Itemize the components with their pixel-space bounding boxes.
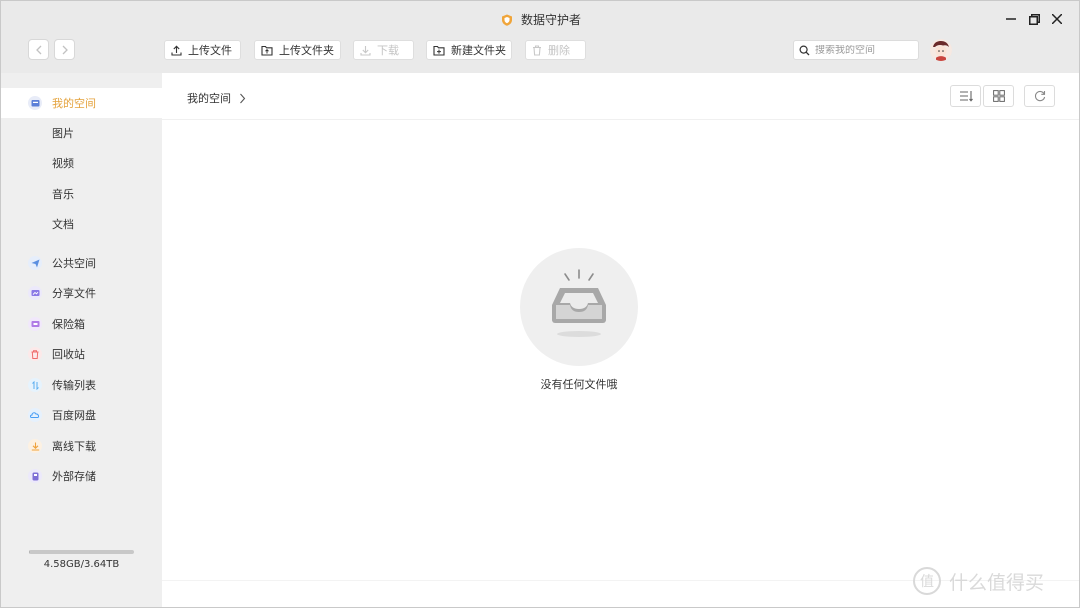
user-avatar[interactable] [930,39,952,61]
share-files-icon [28,286,42,300]
sidebar-item-label: 视频 [52,157,74,170]
download-label: 下载 [377,44,399,57]
title-toolbar-area: 数据守护者 上传文件 上传文件夹 下载 新建文件夹 删除 搜索我的空间 [1,1,1079,73]
search-input[interactable] [815,44,915,56]
sidebar-item-label: 百度网盘 [52,409,96,422]
sidebar-item-public-space[interactable]: 公共空间 [1,248,162,278]
chevron-right-icon [240,93,246,103]
sidebar-item-label: 传输列表 [52,379,96,392]
window-title-text: 数据守护者 [520,13,581,27]
transfer-list-icon [28,378,42,392]
list-sort-icon [959,91,973,102]
main-content: 我的空间 没有任何文件哦 [162,73,1079,607]
sidebar-item-label: 回收站 [52,348,85,361]
sidebar-item-recycle-bin[interactable]: 回收站 [1,339,162,369]
back-button[interactable] [28,39,49,60]
app-logo-icon [501,14,512,26]
empty-state-message: 没有任何文件哦 [540,378,618,391]
search-box[interactable] [793,40,919,60]
sidebar-item-videos[interactable]: 视频 [1,148,162,178]
forward-button[interactable] [54,39,75,60]
new-folder-icon [433,45,445,56]
sidebar-item-label: 公共空间 [52,257,96,270]
empty-state-illustration [520,248,638,366]
grid-view-button[interactable] [983,85,1014,107]
sidebar-item-my-space[interactable]: 我的空间 [1,88,162,118]
sidebar-item-pictures[interactable]: 图片 [1,118,162,148]
delete-label: 删除 [548,44,570,57]
minimize-icon [1006,18,1016,20]
sidebar-item-label: 分享文件 [52,287,96,300]
watermark-logo-icon: 值 [913,567,941,595]
avatar-image [930,39,952,61]
sidebar-item-label: 离线下载 [52,440,96,453]
list-view-button[interactable] [950,85,981,107]
sidebar-item-label: 保险箱 [52,318,85,331]
watermark: 值 什么值得买 [913,567,1044,595]
search-icon [799,44,810,55]
upload-file-button[interactable]: 上传文件 [164,40,241,60]
sidebar-item-documents[interactable]: 文档 [1,209,162,239]
sidebar-item-external-storage[interactable]: 外部存储 [1,461,162,491]
chevron-left-icon [35,45,41,54]
baidu-netdisk-icon [28,408,42,422]
sidebar-item-transfer-list[interactable]: 传输列表 [1,370,162,400]
upload-folder-button[interactable]: 上传文件夹 [254,40,341,60]
sidebar-item-baidu-netdisk[interactable]: 百度网盘 [1,400,162,430]
close-button[interactable] [1046,9,1068,29]
window-title: 数据守护者 [1,11,1079,28]
sidebar-item-label: 图片 [52,127,74,140]
empty-inbox-icon [552,269,606,337]
sidebar-item-shared-files[interactable]: 分享文件 [1,278,162,308]
storage-usage-fill [29,550,31,554]
upload-icon [171,45,182,56]
new-folder-button[interactable]: 新建文件夹 [426,40,512,60]
recycle-bin-icon [28,347,42,361]
sidebar-item-label: 外部存储 [52,470,96,483]
safe-box-icon [28,317,42,331]
upload-folder-icon [261,45,273,56]
my-space-icon [28,96,42,110]
breadcrumb-item-my-space[interactable]: 我的空间 [187,90,231,106]
refresh-button[interactable] [1024,85,1055,107]
sidebar-item-music[interactable]: 音乐 [1,179,162,209]
sidebar-item-label: 文档 [52,218,74,231]
breadcrumb: 我的空间 [187,90,246,106]
public-space-icon [28,256,42,270]
new-folder-label: 新建文件夹 [451,44,506,57]
external-storage-icon [28,469,42,483]
grid-icon [992,90,1005,102]
app-window: 数据守护者 上传文件 上传文件夹 下载 新建文件夹 删除 搜索我的空间 我的空间… [0,0,1080,608]
offline-download-icon [28,439,42,453]
sidebar-item-offline-download[interactable]: 离线下载 [1,431,162,461]
refresh-icon [1034,90,1045,102]
watermark-text: 什么值得买 [949,571,1045,594]
restore-button[interactable] [1023,9,1045,29]
upload-file-label: 上传文件 [188,44,232,57]
sidebar-item-safe-box[interactable]: 保险箱 [1,309,162,339]
download-icon [360,45,371,56]
close-icon [1052,14,1062,24]
sidebar: 我的空间 图片 视频 音乐 文档 公共空间 分享文件 保险箱 回收站 传输列表 … [1,73,162,607]
sidebar-item-label: 我的空间 [52,97,96,110]
trash-icon [533,44,541,56]
minimize-button[interactable] [1000,9,1022,29]
chevron-right-icon [62,45,68,54]
restore-icon [1028,13,1040,25]
header-divider [162,119,1079,120]
download-button[interactable]: 下载 [353,40,414,60]
upload-folder-label: 上传文件夹 [279,44,334,57]
storage-usage-bar [29,550,134,554]
delete-button[interactable]: 删除 [525,40,586,60]
storage-usage-text: 4.58GB/3.64TB [43,559,120,570]
sidebar-item-label: 音乐 [52,188,74,201]
